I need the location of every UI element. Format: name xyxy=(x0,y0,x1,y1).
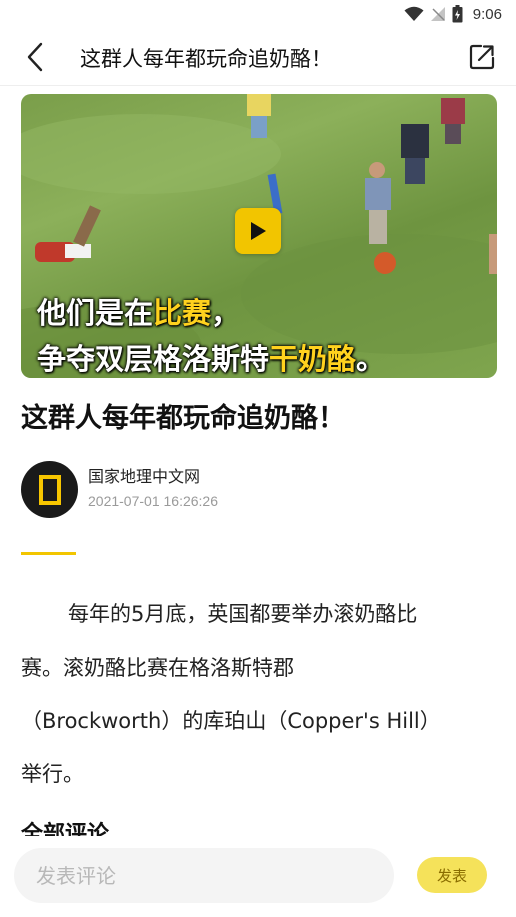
cheese-wheel xyxy=(374,252,396,274)
video-player[interactable]: 他们是在比赛， 争夺双层格洛斯特干奶酪。 xyxy=(21,94,497,378)
author-avatar[interactable] xyxy=(21,461,78,518)
share-external-icon xyxy=(469,44,495,70)
video-caption-line-1: 他们是在比赛， xyxy=(37,290,240,332)
comment-input[interactable] xyxy=(14,848,394,903)
caption-highlight: 干奶酪 xyxy=(269,342,357,376)
author-name[interactable]: 国家地理中文网 xyxy=(88,463,200,487)
caption-text: 争夺双层格洛斯特 xyxy=(37,342,270,376)
article-paragraph-line: 每年的5月底，英国都要举办滚奶酪比 xyxy=(68,602,418,626)
runner-figure xyxy=(441,98,465,144)
play-icon xyxy=(251,222,266,240)
article-paragraph-line: 举行。 xyxy=(21,762,84,786)
publish-button[interactable]: 发表 xyxy=(417,857,487,893)
runner-figure xyxy=(35,205,101,262)
status-time: 9:06 xyxy=(472,5,502,23)
back-chevron-icon xyxy=(27,42,43,72)
top-bar: 这群人每年都玩命追奶酪！ xyxy=(0,28,516,86)
caption-text: 。 xyxy=(356,342,386,376)
play-button[interactable] xyxy=(235,208,281,254)
status-icons: 9:06 xyxy=(404,4,502,24)
caption-text: 他们是在 xyxy=(37,296,154,330)
battery-icon xyxy=(452,5,463,23)
top-bar-title: 这群人每年都玩命追奶酪！ xyxy=(80,47,332,71)
national-geographic-logo-icon xyxy=(38,474,61,505)
back-button[interactable] xyxy=(18,40,52,74)
publish-date: 2021-07-01 16:26:26 xyxy=(88,493,218,509)
article-paragraph-line: （Brockworth）的库珀山（Copper's Hill） xyxy=(21,709,441,733)
caption-highlight: 比赛 xyxy=(153,296,212,330)
article-paragraph-line: 赛。滚奶酪比赛在格洛斯特郡 xyxy=(21,656,294,680)
runner-figure xyxy=(365,162,391,244)
share-button[interactable] xyxy=(466,41,498,73)
caption-text: ， xyxy=(211,296,241,330)
article-title: 这群人每年都玩命追奶酪！ xyxy=(21,403,345,434)
accent-divider xyxy=(21,552,76,555)
wifi-icon xyxy=(404,6,424,21)
no-signal-icon xyxy=(430,7,445,21)
video-caption-line-2: 争夺双层格洛斯特干奶酪。 xyxy=(37,336,385,378)
runner-figure xyxy=(401,124,429,184)
comment-bar: 发表 xyxy=(0,836,516,917)
status-bar: 9:06 xyxy=(0,0,516,28)
